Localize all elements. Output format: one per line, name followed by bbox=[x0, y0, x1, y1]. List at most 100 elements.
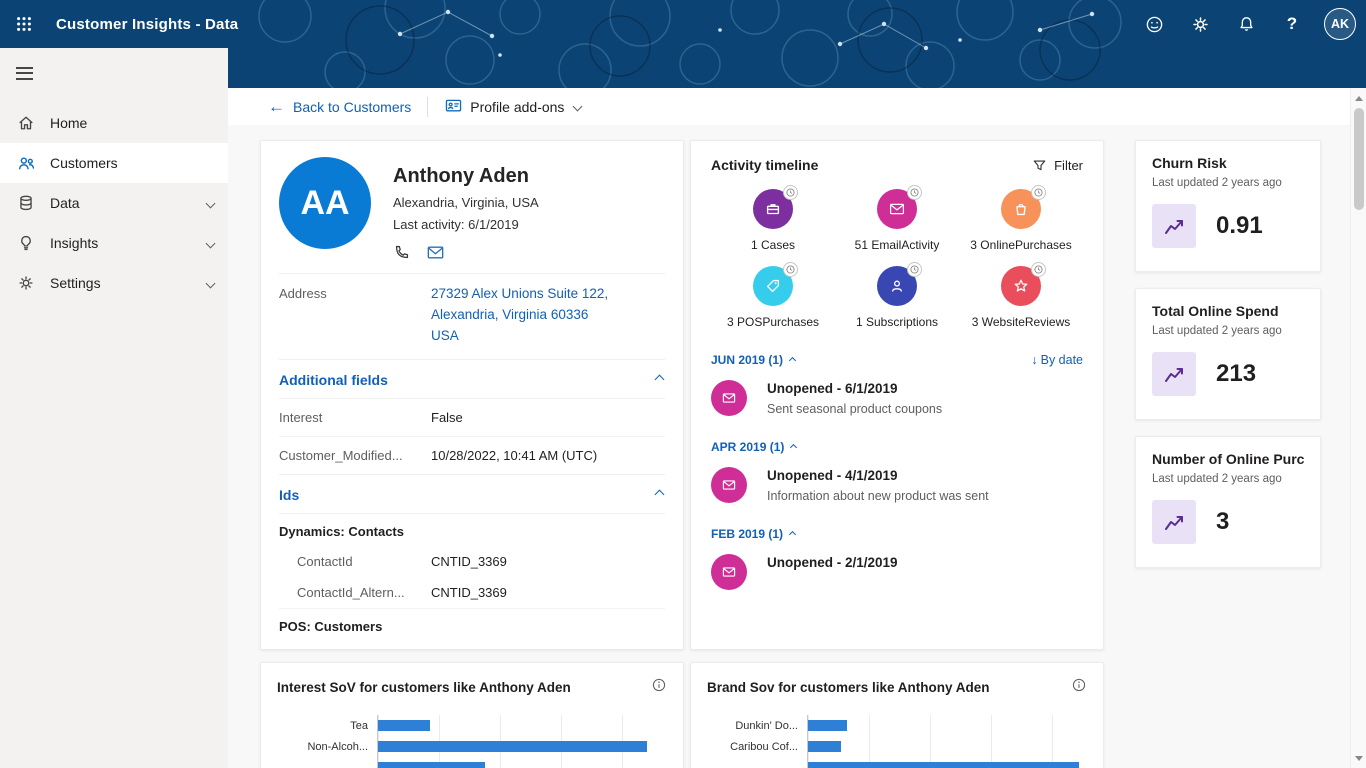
additional-fields-section-toggle[interactable]: Additional fields bbox=[279, 359, 665, 398]
summary-subscriptions[interactable]: 1 Subscriptions bbox=[835, 266, 959, 329]
kpi-title: Total Online Spend bbox=[1152, 303, 1304, 319]
group-header-label: FEB 2019 (1) bbox=[711, 527, 783, 541]
customer-last-activity: Last activity: 6/1/2019 bbox=[393, 217, 539, 232]
clock-badge-icon bbox=[783, 185, 798, 200]
phone-icon[interactable] bbox=[393, 244, 410, 261]
ids-section-toggle[interactable]: Ids bbox=[279, 474, 665, 513]
chevron-up-icon bbox=[789, 356, 796, 363]
top-app-bar: Customer Insights - Data bbox=[0, 0, 1366, 48]
brand-sov-chart-card: Brand Sov for customers like Anthony Ade… bbox=[690, 662, 1104, 768]
address-label: Address bbox=[279, 284, 431, 347]
timeline-group-header-jun[interactable]: JUN 2019 (1) ↓ By date bbox=[711, 353, 1083, 367]
summary-pos-purchases[interactable]: 3 POSPurchases bbox=[711, 266, 835, 329]
profile-addons-button[interactable]: Profile add-ons bbox=[444, 96, 581, 118]
address-line-link[interactable]: 27329 Alex Unions Suite 122, bbox=[431, 284, 665, 305]
address-line-link[interactable]: USA bbox=[431, 326, 665, 347]
app-screen: Customer Insights - Data bbox=[0, 0, 1366, 768]
timeline-entry[interactable]: Unopened - 4/1/2019 Information about ne… bbox=[711, 467, 1083, 503]
interest-sov-chart-card: Interest SoV for customers like Anthony … bbox=[260, 662, 684, 768]
ids-title: Ids bbox=[279, 487, 299, 503]
line-chart-icon bbox=[1152, 204, 1196, 248]
back-arrow-icon: ← bbox=[268, 98, 285, 115]
chevron-down-icon bbox=[206, 198, 216, 208]
app-launcher-waffle-icon[interactable] bbox=[0, 0, 48, 48]
summary-cases[interactable]: 1 Cases bbox=[711, 189, 835, 252]
gear-icon bbox=[16, 274, 36, 292]
nav-items: Home Customers bbox=[0, 103, 228, 303]
customer-profile-card: AA Anthony Aden Alexandria, Virginia, US… bbox=[260, 140, 684, 650]
entry-subtitle: Information about new product was sent bbox=[767, 489, 989, 503]
database-icon bbox=[16, 194, 36, 212]
sidebar-item-insights[interactable]: Insights bbox=[0, 223, 228, 263]
timeline-group-header-feb[interactable]: FEB 2019 (1) bbox=[711, 527, 1083, 541]
field-row: Customer_Modified... 10/28/2022, 10:41 A… bbox=[279, 436, 665, 474]
notifications-bell-icon[interactable] bbox=[1226, 4, 1266, 44]
kpi-card-number-online-purchases: Number of Online Purch... Last updated 2… bbox=[1135, 436, 1321, 568]
address-value: 27329 Alex Unions Suite 122, Alexandria,… bbox=[431, 284, 665, 347]
settings-gear-icon[interactable] bbox=[1180, 4, 1220, 44]
category-label: Tea bbox=[277, 720, 377, 732]
bar bbox=[808, 741, 841, 752]
timeline-group-header-apr[interactable]: APR 2019 (1) bbox=[711, 440, 1083, 454]
filter-funnel-icon bbox=[1032, 158, 1047, 173]
email-icon[interactable] bbox=[426, 244, 445, 261]
filter-button[interactable]: Filter bbox=[1032, 158, 1083, 173]
topbar-actions: ? AK bbox=[1134, 4, 1366, 44]
shopping-bag-icon bbox=[1012, 200, 1030, 218]
bar-row bbox=[277, 757, 667, 768]
id-group-name: POS: Customers bbox=[279, 608, 665, 641]
info-icon[interactable] bbox=[1071, 677, 1087, 698]
bar-row: Caribou Cof... bbox=[707, 736, 1087, 757]
arrow-down-icon: ↓ bbox=[1031, 353, 1037, 367]
summary-email-activity[interactable]: 51 EmailActivity bbox=[835, 189, 959, 252]
kpi-value: 0.91 bbox=[1216, 212, 1263, 240]
customer-location: Alexandria, Virginia, USA bbox=[393, 195, 539, 210]
scrollbar-up-arrow[interactable] bbox=[1351, 90, 1366, 106]
person-icon bbox=[888, 277, 906, 295]
entry-title: Unopened - 4/1/2019 bbox=[767, 467, 989, 483]
address-line-link[interactable]: Alexandria, Virginia 60336 bbox=[431, 305, 665, 326]
breadcrumb: ← Back to Customers Profile add-ons bbox=[228, 88, 1350, 125]
chevron-up-icon bbox=[790, 443, 797, 450]
entry-subtitle: Sent seasonal product coupons bbox=[767, 402, 942, 416]
vertical-scrollbar[interactable] bbox=[1350, 88, 1366, 768]
scrollbar-down-arrow[interactable] bbox=[1351, 750, 1366, 766]
sidebar-item-data[interactable]: Data bbox=[0, 183, 228, 223]
summary-website-reviews[interactable]: 3 WebsiteReviews bbox=[959, 266, 1083, 329]
scrollbar-thumb[interactable] bbox=[1354, 108, 1364, 210]
id-row: ContactId CNTID_3369 bbox=[279, 546, 665, 577]
bar-row: Non-Alcoh... bbox=[277, 736, 667, 757]
briefcase-icon bbox=[764, 200, 782, 218]
sidebar-item-customers[interactable]: Customers bbox=[0, 143, 228, 183]
address-row: Address 27329 Alex Unions Suite 122, Ale… bbox=[279, 273, 665, 359]
additional-fields-title: Additional fields bbox=[279, 372, 388, 388]
sidebar-item-home[interactable]: Home bbox=[0, 103, 228, 143]
back-to-customers-link[interactable]: ← Back to Customers bbox=[268, 98, 411, 115]
sort-by-date-button[interactable]: ↓ By date bbox=[1031, 353, 1083, 367]
id-group-name: Dynamics: Contacts bbox=[279, 513, 665, 546]
bar-chart: Tea Non-Alcoh... bbox=[277, 715, 667, 768]
feedback-smiley-icon[interactable] bbox=[1134, 4, 1174, 44]
envelope-icon bbox=[721, 391, 737, 405]
sidebar-item-label: Home bbox=[50, 115, 87, 131]
help-icon[interactable]: ? bbox=[1272, 4, 1312, 44]
summary-label: 51 EmailActivity bbox=[855, 238, 940, 252]
nav-collapse-hamburger-icon[interactable] bbox=[0, 48, 52, 93]
category-label: Dunkin' Do... bbox=[707, 720, 807, 732]
info-icon[interactable] bbox=[651, 677, 667, 698]
summary-online-purchases[interactable]: 3 OnlinePurchases bbox=[959, 189, 1083, 252]
field-row: Interest False bbox=[279, 398, 665, 436]
category-label: Non-Alcoh... bbox=[277, 741, 377, 753]
field-value: 10/28/2022, 10:41 AM (UTC) bbox=[431, 448, 665, 463]
kpi-title: Number of Online Purch... bbox=[1152, 451, 1304, 467]
chart-title: Brand Sov for customers like Anthony Ade… bbox=[707, 680, 990, 695]
kpi-card-churn-risk: Churn Risk Last updated 2 years ago 0.91 bbox=[1135, 140, 1321, 272]
chart-title: Interest SoV for customers like Anthony … bbox=[277, 680, 571, 695]
account-avatar[interactable]: AK bbox=[1324, 8, 1356, 40]
timeline-entry[interactable]: Unopened - 6/1/2019 Sent seasonal produc… bbox=[711, 380, 1083, 416]
clock-badge-icon bbox=[907, 262, 922, 277]
back-link-label: Back to Customers bbox=[293, 99, 411, 115]
sidebar-item-settings[interactable]: Settings bbox=[0, 263, 228, 303]
timeline-entry[interactable]: Unopened - 2/1/2019 bbox=[711, 554, 1083, 590]
summary-label: 1 Subscriptions bbox=[856, 315, 938, 329]
